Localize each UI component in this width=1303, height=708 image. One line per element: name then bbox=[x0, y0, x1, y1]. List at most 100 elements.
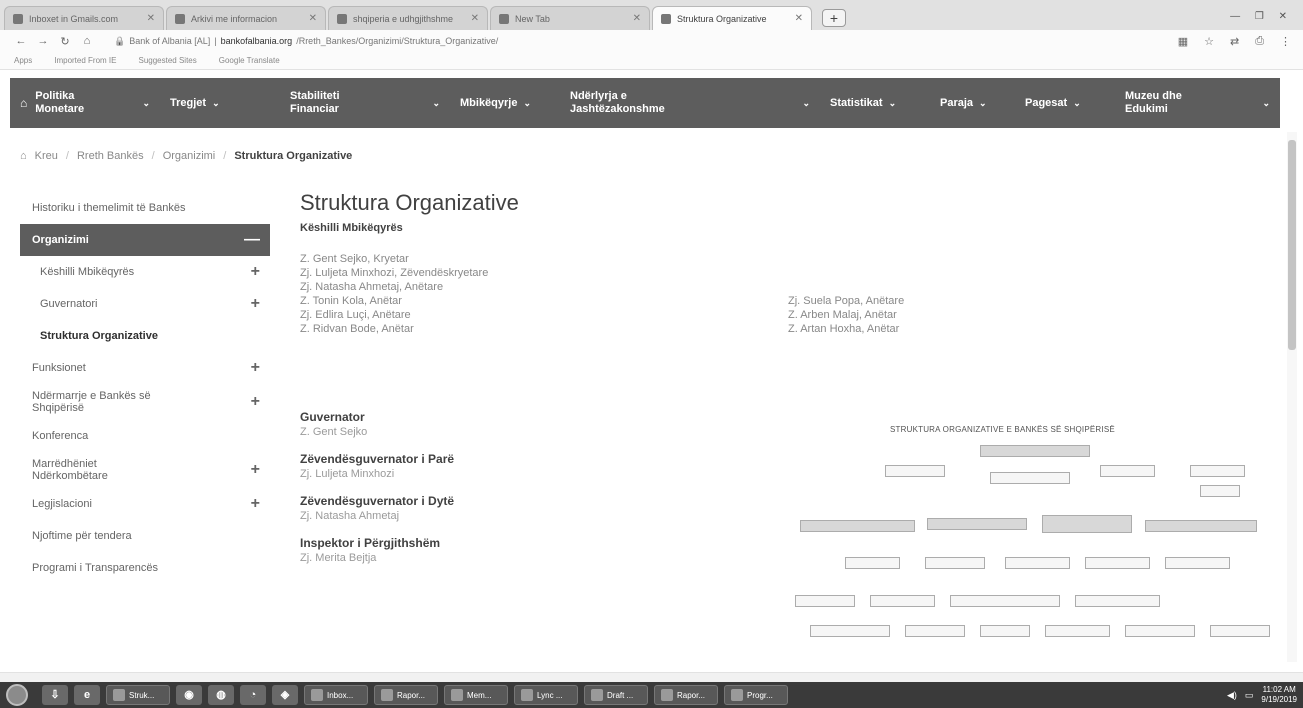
browser-tab[interactable]: Inboxet in Gmails.com ✕ bbox=[4, 6, 164, 30]
translate-icon[interactable]: ⇄ bbox=[1230, 35, 1239, 48]
nav-item-paraja[interactable]: Paraja ⌄ bbox=[930, 78, 1015, 128]
word-icon bbox=[731, 689, 743, 701]
print-icon[interactable]: ⎙ bbox=[1255, 35, 1264, 48]
sidebar-item-ndermarrje[interactable]: Ndërmarrje e Bankës së Shqipërisë + bbox=[20, 384, 270, 420]
expand-icon[interactable]: + bbox=[251, 295, 260, 313]
extension-icon[interactable]: ▦ bbox=[1178, 35, 1188, 48]
expand-icon[interactable]: + bbox=[251, 461, 260, 479]
firefox-icon[interactable]: ◍ bbox=[208, 685, 234, 705]
close-icon[interactable]: ✕ bbox=[309, 13, 317, 24]
browser-tab-active[interactable]: Struktura Organizative ✕ bbox=[652, 6, 812, 30]
browser-toolbar-icons: ▦ ☆ ⇄ ⎙ ⋮ bbox=[1178, 35, 1291, 48]
pinned-app-icon[interactable]: ◔ bbox=[240, 685, 266, 705]
taskbar-window-button[interactable]: Struk... bbox=[106, 685, 170, 705]
network-icon[interactable]: ▭ bbox=[1245, 690, 1254, 701]
clock[interactable]: 11:02 AM 9/19/2019 bbox=[1261, 685, 1297, 705]
expand-icon[interactable]: + bbox=[251, 393, 260, 411]
role-title: Zëvendësguvernator i Dytë bbox=[300, 494, 455, 508]
home-icon[interactable]: ⌂ bbox=[20, 96, 27, 110]
close-icon[interactable]: ✕ bbox=[633, 13, 641, 24]
breadcrumb-item[interactable]: Rreth Bankës bbox=[77, 150, 144, 162]
org-box bbox=[927, 518, 1027, 530]
sidebar-item-funksionet[interactable]: Funksionet + bbox=[20, 352, 270, 384]
breadcrumb-home[interactable]: Kreu bbox=[35, 150, 58, 162]
nav-item-pagesat[interactable]: Pagesat ⌄ bbox=[1015, 78, 1115, 128]
nav-item-nderlyrja[interactable]: Ndërlyrja e Jashtëzakonshme ⌄ bbox=[560, 78, 820, 128]
taskbar-window-label: Draft ... bbox=[607, 690, 634, 700]
nav-item-stabiliteti-financiar[interactable]: Stabiliteti Financiar ⌄ bbox=[280, 78, 450, 128]
bookmark-item[interactable]: Suggested Sites bbox=[138, 56, 196, 65]
mail-icon bbox=[381, 689, 393, 701]
bookmark-item[interactable]: Imported From IE bbox=[54, 56, 116, 65]
pinned-app-icon[interactable]: ◈ bbox=[272, 685, 298, 705]
close-icon[interactable]: ✕ bbox=[795, 13, 803, 24]
start-button[interactable] bbox=[6, 684, 28, 706]
home-icon[interactable]: ⌂ bbox=[78, 35, 96, 47]
sidebar-item-struktura[interactable]: Struktura Organizative bbox=[20, 320, 270, 352]
bookmark-item[interactable]: Apps bbox=[14, 56, 32, 65]
org-chart-image[interactable]: STRUKTURA ORGANIZATIVE E BANKËS SË SHQIP… bbox=[790, 415, 1280, 640]
taskbar-window-label: Lync ... bbox=[537, 690, 563, 700]
taskbar-window-button[interactable]: Inbox... bbox=[304, 685, 368, 705]
taskbar-window-button[interactable]: Rapor... bbox=[374, 685, 438, 705]
menu-icon[interactable]: ⋮ bbox=[1280, 35, 1291, 48]
board-title: Këshilli Mbikëqyrës bbox=[300, 222, 403, 234]
board-member: Z. Tonin Kola, Anëtar bbox=[300, 295, 402, 307]
reload-icon[interactable]: ↻ bbox=[56, 35, 74, 48]
vertical-scrollbar[interactable] bbox=[1287, 132, 1297, 662]
leadership-roles: Guvernator Z. Gent Sejko Zëvendësguverna… bbox=[300, 410, 630, 578]
sidebar-item-legjislacioni[interactable]: Legjislacioni + bbox=[20, 488, 270, 520]
sidebar-item-guvernatori[interactable]: Guvernatori + bbox=[20, 288, 270, 320]
bookmark-item[interactable]: Google Translate bbox=[219, 56, 280, 65]
expand-icon[interactable]: + bbox=[251, 263, 260, 281]
taskbar-window-button[interactable]: Lync ... bbox=[514, 685, 578, 705]
nav-item-statistikat[interactable]: Statistikat ⌄ bbox=[820, 78, 930, 128]
window-controls[interactable]: — ❐ ✕ bbox=[1230, 11, 1293, 22]
sidebar-item-marredheniet[interactable]: Marrëdhëniet Ndërkombëtare + bbox=[20, 452, 270, 488]
org-box bbox=[1165, 557, 1230, 569]
chrome-icon[interactable]: ◉ bbox=[176, 685, 202, 705]
expand-icon[interactable]: + bbox=[251, 495, 260, 513]
volume-icon[interactable]: ◀) bbox=[1227, 690, 1237, 701]
org-box bbox=[1042, 515, 1132, 533]
forward-arrow-icon[interactable]: → bbox=[34, 35, 52, 47]
taskbar-window-button[interactable]: Progr... bbox=[724, 685, 788, 705]
horizontal-scrollbar[interactable] bbox=[0, 672, 1303, 682]
close-icon[interactable]: ✕ bbox=[147, 13, 155, 24]
sidebar-item-programi[interactable]: Programi i Transparencës bbox=[20, 552, 270, 584]
sidebar-item-konferenca[interactable]: Konferenca bbox=[20, 420, 270, 452]
scrollbar-thumb[interactable] bbox=[1288, 140, 1296, 350]
nav-item-label: Politika Monetare bbox=[35, 90, 85, 115]
taskbar-window-button[interactable]: Rapor... bbox=[654, 685, 718, 705]
nav-item-tregjet[interactable]: Tregjet ⌄ bbox=[160, 78, 280, 128]
board-member: Z. Ridvan Bode, Anëtar bbox=[300, 323, 414, 335]
pinned-app-icon[interactable]: ⇩ bbox=[42, 685, 68, 705]
taskbar-window-button[interactable]: Draft ... bbox=[584, 685, 648, 705]
nav-item-politika-monetare[interactable]: ⌂ Politika Monetare ⌄ bbox=[10, 78, 160, 128]
site-main-nav: ⌂ Politika Monetare ⌄ Tregjet ⌄ Stabiliteti… bbox=[10, 78, 1280, 128]
new-tab-button[interactable]: + bbox=[822, 9, 846, 27]
internet-explorer-icon[interactable]: e bbox=[74, 685, 100, 705]
breadcrumb-item[interactable]: Organizimi bbox=[163, 150, 216, 162]
chevron-down-icon: ⌄ bbox=[212, 97, 220, 108]
browser-tab[interactable]: shqiperia e udhgjithshme ✕ bbox=[328, 6, 488, 30]
browser-tab[interactable]: New Tab ✕ bbox=[490, 6, 650, 30]
close-icon[interactable]: ✕ bbox=[471, 13, 479, 24]
star-icon[interactable]: ☆ bbox=[1204, 35, 1214, 48]
nav-item-muzeu-edukimi[interactable]: Muzeu dhe Edukimi ⌄ bbox=[1115, 78, 1280, 128]
org-box bbox=[1045, 625, 1110, 637]
browser-tab[interactable]: Arkivi me informacion ✕ bbox=[166, 6, 326, 30]
role-name: Zj. Natasha Ahmetaj bbox=[300, 510, 400, 522]
sidebar-item-organizimi[interactable]: Organizimi — bbox=[20, 224, 270, 256]
back-arrow-icon[interactable]: ← bbox=[12, 35, 30, 47]
expand-icon[interactable]: + bbox=[251, 359, 260, 377]
sidebar-item-njoftime[interactable]: Njoftime për tendera bbox=[20, 520, 270, 552]
sidebar-item-historiku[interactable]: Historiku i themelimit të Bankës bbox=[20, 192, 270, 224]
nav-item-mbikeqyrje[interactable]: Mbikëqyrje ⌄ bbox=[450, 78, 560, 128]
collapse-icon[interactable]: — bbox=[244, 231, 260, 249]
sidebar-item-keshilli[interactable]: Këshilli Mbikëqyrës + bbox=[20, 256, 270, 288]
home-icon[interactable]: ⌂ bbox=[20, 150, 27, 162]
url-field[interactable]: 🔒 Bank of Albania [AL] | bankofalbania.o… bbox=[114, 36, 498, 47]
taskbar-window-button[interactable]: Mem... bbox=[444, 685, 508, 705]
org-chart-title: STRUKTURA ORGANIZATIVE E BANKËS SË SHQIP… bbox=[890, 425, 1115, 434]
